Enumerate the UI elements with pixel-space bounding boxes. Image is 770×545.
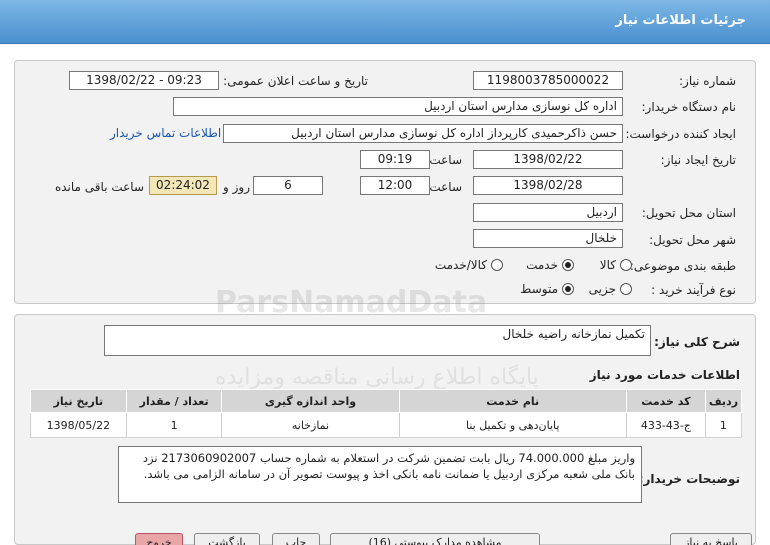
created-time-label: ساعت — [429, 153, 462, 167]
city-label: شهر محل تحویل: — [649, 233, 736, 247]
category-label: طبقه بندی موضوعی: — [629, 259, 736, 273]
category-goods-service-radio[interactable]: کالا/خدمت — [435, 258, 503, 272]
header-row-number: ردیف — [704, 389, 743, 413]
radio-circle-icon — [620, 259, 632, 271]
header-service-name: نام خدمت — [398, 389, 627, 413]
validity-time-label: ساعت — [429, 180, 462, 194]
radio-selected-icon — [562, 259, 574, 271]
buyer-notes-label: توضیحات خریدار: — [638, 472, 740, 486]
services-table: ردیف کد خدمت نام خدمت واحد اندازه گیری ت… — [30, 389, 743, 438]
province-field: اردبیل — [473, 203, 623, 222]
header-need-date: تاریخ نیاز — [30, 389, 127, 413]
window-titlebar: جزئیات اطلاعات نیاز — [0, 0, 770, 44]
services-section-title: اطلاعات خدمات مورد نیاز — [589, 368, 740, 382]
process-minor-radio[interactable]: جزیی — [589, 282, 632, 296]
header-quantity: تعداد / مقدار — [125, 389, 223, 413]
cell-unit: نمازخانه — [221, 412, 400, 438]
category-goods-radio[interactable]: کالا — [600, 258, 632, 272]
services-header-row: ردیف کد خدمت نام خدمت واحد اندازه گیری ت… — [30, 389, 743, 413]
radio-circle-icon — [491, 259, 503, 271]
cell-service-name: پایان‌دهی و تکمیل بنا — [398, 412, 627, 438]
header-service-code: کد خدمت — [625, 389, 706, 413]
announce-date-label: تاریخ و ساعت اعلان عمومی: — [223, 74, 368, 88]
remaining-time-field: 02:24:02 — [149, 176, 217, 195]
print-button[interactable]: چاپ — [272, 533, 320, 545]
validity-time-field: 12:00 — [360, 176, 430, 195]
created-date-label: تاریخ ایجاد نیاز: — [660, 153, 736, 167]
header-unit: واحد اندازه گیری — [221, 389, 400, 413]
summary-label: شرح کلی نیاز: — [654, 335, 740, 349]
window-title: جزئیات اطلاعات نیاز — [615, 13, 746, 28]
city-field: خلخال — [473, 229, 623, 248]
cell-need-date: 1398/05/22 — [30, 412, 127, 438]
process-medium-radio[interactable]: متوسط — [520, 282, 574, 296]
category-service-radio[interactable]: خدمت — [526, 258, 574, 272]
need-number-label: شماره نیاز: — [679, 74, 736, 88]
back-button[interactable]: بازگشت — [194, 533, 260, 545]
creator-field: حسن ذاکرحمیدی کارپرداز اداره کل نوسازی م… — [223, 124, 623, 143]
cell-service-code: ج-43-433 — [625, 412, 706, 438]
buyer-notes-field: واریز مبلغ 74.000.000 ریال بابت تضمین شر… — [118, 446, 642, 503]
buyer-field: اداره کل نوسازی مدارس استان اردبیل — [173, 97, 623, 116]
remaining-time-label: ساعت باقی مانده — [54, 180, 144, 194]
table-row: 1 ج-43-433 پایان‌دهی و تکمیل بنا نمازخان… — [30, 412, 743, 438]
validity-date-field: 1398/02/28 — [473, 176, 623, 195]
province-label: استان محل تحویل: — [641, 206, 736, 220]
exit-button[interactable]: خروج — [135, 533, 183, 545]
reply-button[interactable]: پاسخ به نیاز — [670, 533, 752, 545]
cell-quantity: 1 — [125, 412, 223, 438]
radio-circle-icon — [620, 283, 632, 295]
days-label: روز و — [223, 180, 250, 194]
buyer-label: نام دستگاه خریدار: — [641, 100, 737, 114]
summary-field: تکمیل نمازخانه راضیه خلخال — [104, 325, 651, 356]
process-type-label: نوع فرآیند خرید : — [651, 283, 736, 297]
need-number-field: 1198003785000022 — [473, 71, 623, 90]
announce-date-field: 1398/02/22 - 09:23 — [69, 71, 219, 90]
created-time-field: 09:19 — [360, 150, 430, 169]
cell-row-number: 1 — [704, 412, 743, 438]
created-date-field: 1398/02/22 — [473, 150, 623, 169]
view-attachments-button[interactable]: مشاهده مدارک پیوستی (16) — [330, 533, 540, 545]
creator-label: ایجاد کننده درخواست: — [625, 127, 736, 141]
radio-selected-icon — [562, 283, 574, 295]
buyer-contact-link[interactable]: اطلاعات تماس خریدار — [110, 126, 221, 140]
remaining-days-field: 6 — [253, 176, 323, 195]
